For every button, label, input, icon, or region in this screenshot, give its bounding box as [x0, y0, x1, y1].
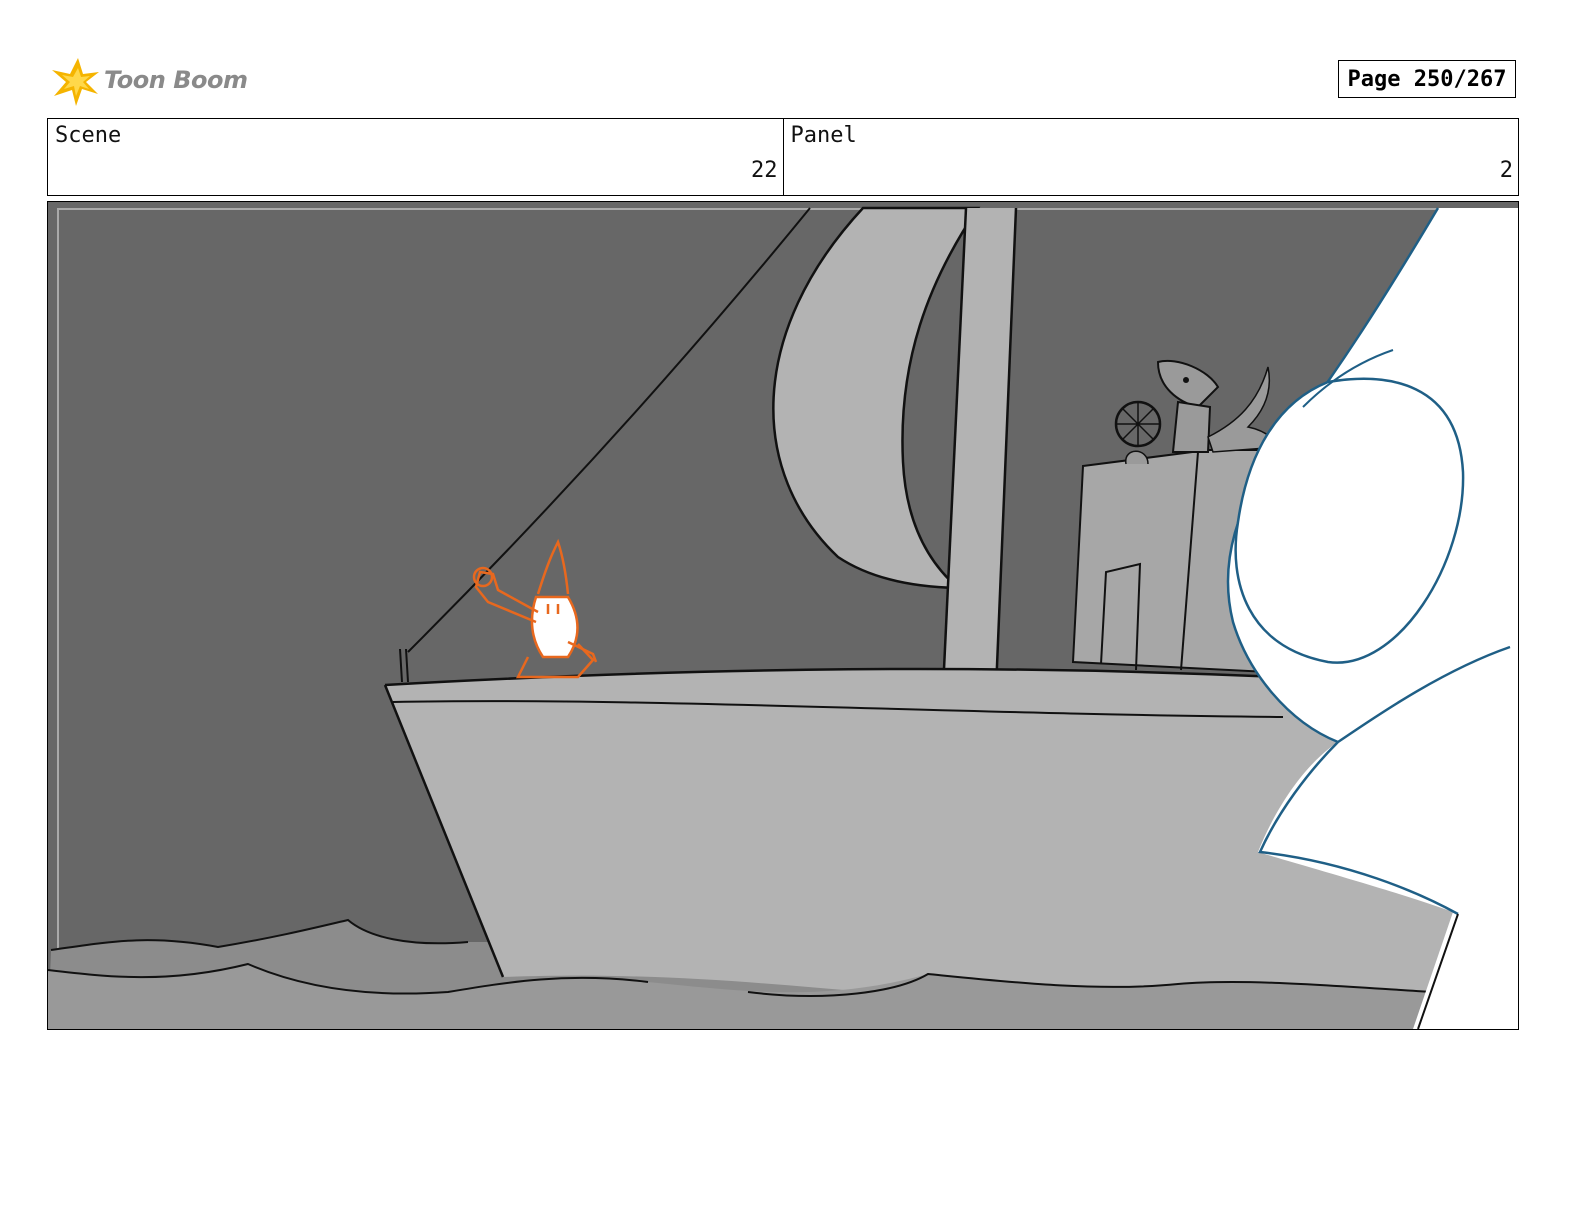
- toon-boom-starburst-icon: [52, 58, 99, 106]
- scene-panel-info: Scene 22 Panel 2: [47, 118, 1519, 196]
- panel-number: 2: [1499, 158, 1513, 183]
- toon-boom-logo: Toon Boom: [50, 54, 250, 110]
- logo-text: Toon Boom: [104, 66, 248, 94]
- page-counter: Page 250/267: [1338, 60, 1516, 98]
- scene-cell: Scene 22: [48, 119, 783, 195]
- scene-label: Scene: [55, 123, 122, 148]
- panel-label: Panel: [790, 123, 857, 148]
- storyboard-drawing: [48, 202, 1518, 1029]
- storyboard-panel-frame: [47, 201, 1519, 1030]
- panel-cell: Panel 2: [782, 119, 1519, 195]
- scene-number: 22: [751, 158, 778, 183]
